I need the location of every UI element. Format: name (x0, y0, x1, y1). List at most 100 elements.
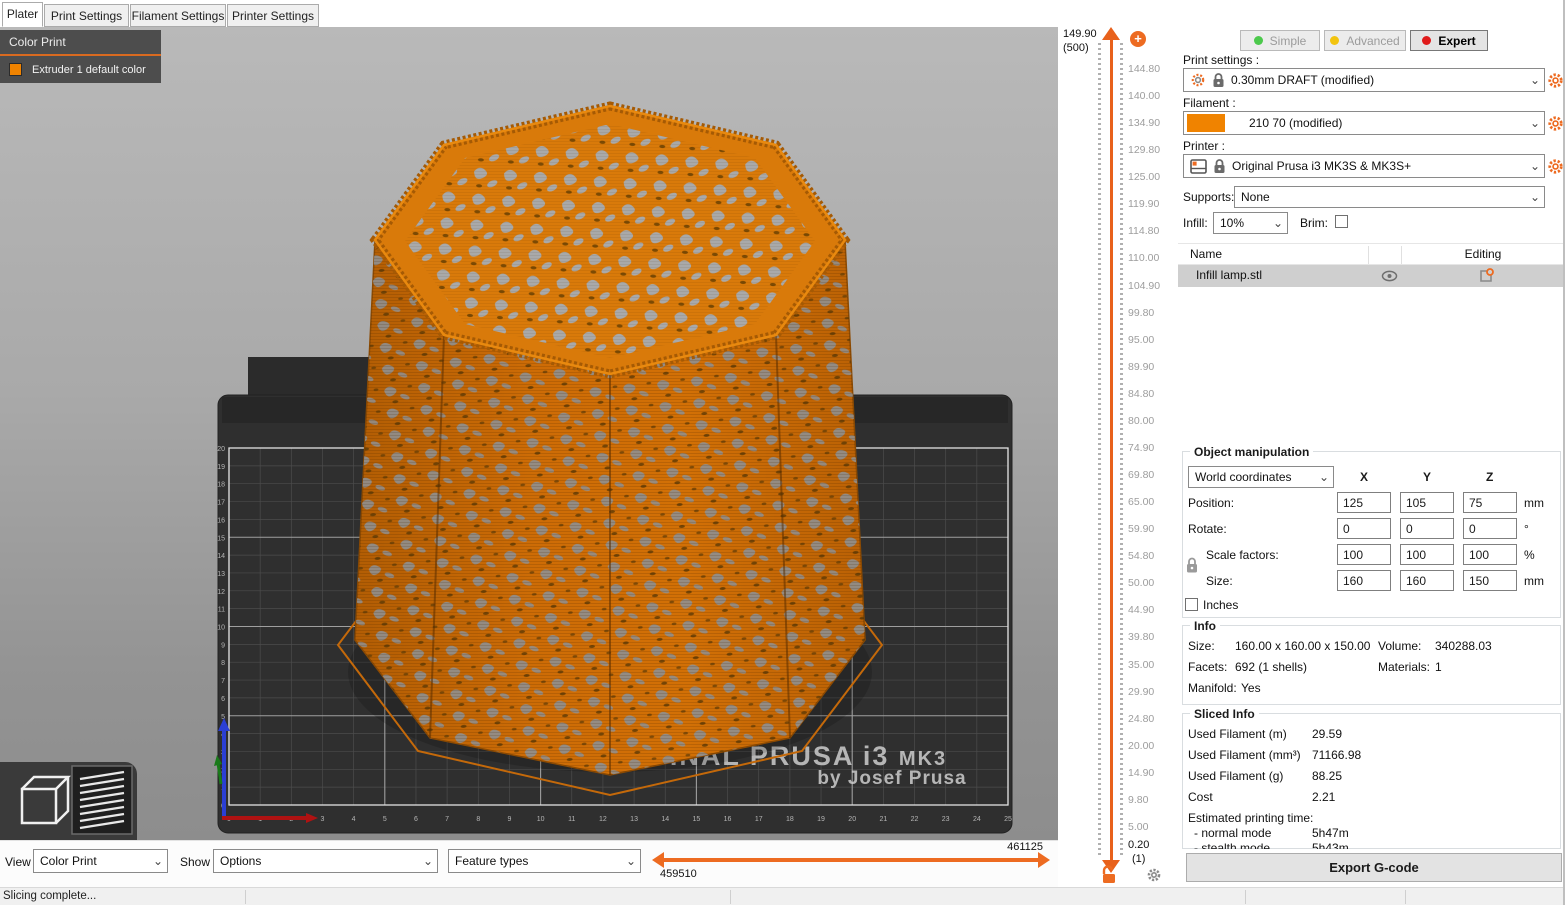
size-z-input[interactable]: 150 (1463, 570, 1517, 591)
svg-text:25: 25 (1004, 816, 1012, 823)
layer-tick-label: 44.90 (1128, 604, 1176, 616)
print-settings-value: 0.30mm DRAFT (modified) (1225, 73, 1526, 87)
print-settings-combo[interactable]: 0.30mm DRAFT (modified) ⌄ (1183, 68, 1545, 92)
mode-expert-label: Expert (1438, 34, 1475, 48)
rotate-z-input[interactable]: 0 (1463, 518, 1517, 539)
tab-printer-settings[interactable]: Printer Settings (227, 4, 319, 27)
sliced-normal-mode-value: 5h47m (1312, 826, 1349, 840)
print-settings-label: Print settings : (1183, 53, 1259, 67)
rotate-unit: ° (1524, 522, 1529, 536)
svg-text:12: 12 (599, 816, 607, 823)
chevron-down-icon: ⌄ (1315, 470, 1333, 484)
tab-filament-settings[interactable]: Filament Settings (130, 4, 226, 27)
add-color-change-button[interactable]: + (1130, 31, 1146, 47)
layer-tick-label: 134.90 (1128, 117, 1176, 129)
position-unit: mm (1524, 496, 1544, 510)
viewport-3d[interactable]: 0123456789101112131415161718192021222324… (0, 27, 1058, 840)
info-title: Info (1190, 619, 1220, 633)
rotate-y-input[interactable]: 0 (1400, 518, 1454, 539)
layer-tick-label: 35.00 (1128, 659, 1176, 671)
filament-combo[interactable]: 210 70 (modified) ⌄ (1183, 111, 1545, 135)
inches-checkbox[interactable] (1185, 598, 1198, 611)
svg-text:7: 7 (221, 678, 225, 685)
mode-expert-button[interactable]: Expert (1410, 30, 1488, 51)
show-label: Show (180, 855, 210, 869)
print-settings-gear-button[interactable] (1547, 72, 1564, 89)
tab-print-settings[interactable]: Print Settings (44, 4, 129, 27)
scale-y-input[interactable]: 100 (1400, 544, 1454, 565)
chevron-down-icon: ⌄ (149, 854, 167, 868)
sliced-filament-mm3-label: Used Filament (mm³) (1188, 748, 1301, 762)
svg-text:14: 14 (217, 553, 225, 560)
chevron-down-icon: ⌄ (622, 854, 640, 868)
chevron-down-icon: ⌄ (1269, 216, 1287, 230)
svg-text:17: 17 (755, 816, 763, 823)
column-name: Name (1190, 247, 1222, 261)
svg-text:23: 23 (942, 816, 950, 823)
mode-advanced-button[interactable]: Advanced (1324, 30, 1406, 51)
layer-slider-upper-handle[interactable] (1102, 27, 1120, 40)
layer-slider-track[interactable] (1110, 39, 1113, 861)
coordinates-combo[interactable]: World coordinates ⌄ (1188, 466, 1334, 488)
position-z-input[interactable]: 75 (1463, 492, 1517, 513)
mode-simple-button[interactable]: Simple (1240, 30, 1320, 51)
rotate-x-input[interactable]: 0 (1337, 518, 1391, 539)
uniform-scale-lock-icon[interactable] (1185, 557, 1199, 574)
supports-combo[interactable]: None ⌄ (1234, 186, 1545, 208)
brim-checkbox[interactable] (1335, 215, 1348, 228)
view-value: Color Print (34, 854, 149, 868)
info-manifold-label: Manifold: (1188, 681, 1237, 695)
feature-types-combo[interactable]: Feature types ⌄ (448, 849, 641, 873)
show-options-combo[interactable]: Options ⌄ (213, 849, 438, 873)
position-label: Position: (1188, 496, 1234, 510)
expert-mode-dot-icon (1422, 36, 1431, 45)
layer-tick-label: 104.90 (1128, 280, 1176, 292)
printer-gear-button[interactable] (1547, 158, 1564, 175)
sliced-print-time-label: Estimated printing time: (1188, 811, 1313, 825)
simple-mode-dot-icon (1254, 36, 1263, 45)
info-facets-label: Facets: (1188, 660, 1227, 674)
slider-settings-gear-icon[interactable] (1146, 867, 1162, 883)
scale-z-input[interactable]: 100 (1463, 544, 1517, 565)
view-combo[interactable]: Color Print ⌄ (33, 849, 168, 873)
slider-unlock-icon[interactable] (1100, 865, 1118, 884)
size-unit: mm (1524, 574, 1544, 588)
scale-x-input[interactable]: 100 (1337, 544, 1391, 565)
filament-label: Filament : (1183, 96, 1236, 110)
sliced-cost-label: Cost (1188, 790, 1213, 804)
scale-label: Scale factors: (1206, 548, 1279, 562)
info-materials-value: 1 (1435, 660, 1442, 674)
range-low-value: 459510 (660, 868, 697, 880)
visibility-eye-icon[interactable] (1381, 269, 1398, 283)
edit-object-icon[interactable] (1478, 268, 1494, 284)
size-y-input[interactable]: 160 (1400, 570, 1454, 591)
export-gcode-button[interactable]: Export G-code (1186, 853, 1562, 882)
svg-text:13: 13 (217, 571, 225, 578)
layer-tick-label: 80.00 (1128, 415, 1176, 427)
position-x-input[interactable]: 125 (1337, 492, 1391, 513)
tab-plater[interactable]: Plater (2, 2, 43, 27)
layer-slider-bottom-value: 0.20 (1128, 839, 1149, 851)
info-size-value: 160.00 x 160.00 x 150.00 (1235, 639, 1370, 653)
view-layers-button[interactable] (72, 766, 132, 834)
layer-tick-label: 9.80 (1128, 794, 1176, 806)
filament-value: 210 70 (modified) (1225, 116, 1526, 130)
size-x-input[interactable]: 160 (1337, 570, 1391, 591)
range-slider-left-handle[interactable] (652, 852, 664, 868)
layer-tick-label: 59.90 (1128, 523, 1176, 535)
position-y-input[interactable]: 105 (1400, 492, 1454, 513)
layer-slider-top-value: 149.90 (1063, 28, 1097, 40)
axis-y-header: Y (1423, 470, 1431, 484)
printer-combo[interactable]: Original Prusa i3 MK3S & MK3S+ ⌄ (1183, 154, 1545, 178)
model-infill-lamp[interactable] (355, 106, 865, 775)
infill-label: Infill: (1183, 216, 1208, 230)
range-slider-right-handle[interactable] (1038, 852, 1050, 868)
axis-z-header: Z (1486, 470, 1493, 484)
info-volume-value: 340288.03 (1435, 639, 1492, 653)
svg-text:16: 16 (217, 517, 225, 524)
layer-tick-label: 99.80 (1128, 307, 1176, 319)
object-row-infill-lamp[interactable]: Infill lamp.stl (1178, 265, 1565, 287)
infill-combo[interactable]: 10% ⌄ (1213, 212, 1288, 234)
filament-gear-button[interactable] (1547, 115, 1564, 132)
chevron-down-icon: ⌄ (1526, 116, 1544, 130)
